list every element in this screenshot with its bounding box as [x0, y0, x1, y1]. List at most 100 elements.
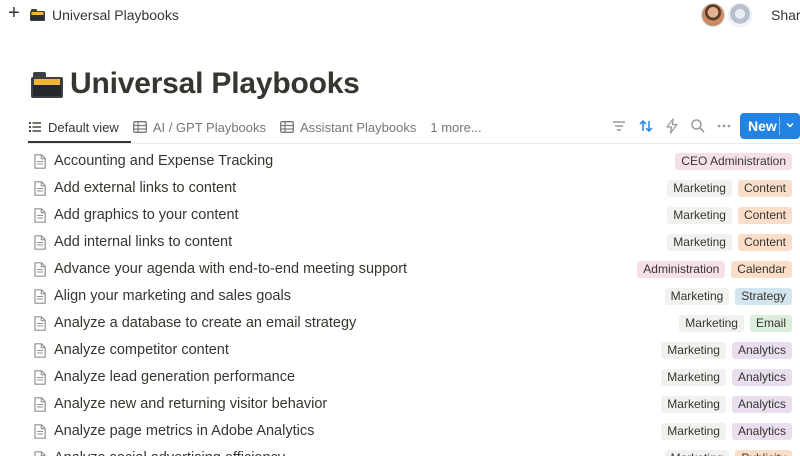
list-item[interactable]: Accounting and Expense Tracking CEO Admin… [0, 148, 800, 175]
tag-badge: Marketing [661, 423, 726, 440]
avatar[interactable] [701, 3, 725, 27]
list-item[interactable]: Analyze new and returning visitor behavi… [0, 391, 800, 418]
more-views-button[interactable]: 1 more... [430, 115, 481, 139]
tab-label: AI / GPT Playbooks [152, 119, 267, 135]
page-icon [34, 397, 46, 412]
tag-badge: Marketing [664, 450, 730, 456]
file-cabinet-icon [30, 9, 45, 21]
row-title[interactable]: Analyze lead generation performance [54, 369, 295, 385]
filter-icon[interactable] [611, 118, 627, 134]
page-icon [34, 316, 46, 331]
tag-badge: Marketing [664, 288, 730, 305]
list-item[interactable]: Analyze page metrics in Adobe Analytics M… [0, 418, 800, 445]
tab-assistant-playbooks[interactable]: Assistant Playbooks [280, 115, 416, 139]
row-title[interactable]: Accounting and Expense Tracking [54, 153, 273, 169]
list-item[interactable]: Advance your agenda with end-to-end meet… [0, 256, 800, 283]
page-icon [34, 451, 46, 456]
row-tags: Marketing Email [673, 315, 792, 332]
page-icon [34, 289, 46, 304]
tag-badge: Marketing [667, 207, 732, 224]
page-icon [34, 181, 46, 196]
tag-badge: Marketing [661, 342, 726, 359]
row-tags: Marketing Publicity [659, 450, 792, 456]
row-title[interactable]: Analyze a database to create an email st… [54, 315, 356, 331]
row-tags: Marketing Analytics [655, 342, 792, 359]
list-item[interactable]: Analyze social advertising efficiency Mar… [0, 445, 800, 456]
row-title[interactable]: Add graphics to your content [54, 207, 239, 223]
tag-badge: Strategy [735, 288, 792, 305]
tag-badge: Administration [637, 261, 726, 278]
page-icon [34, 208, 46, 223]
row-tags: Marketing Content [661, 180, 792, 197]
row-title[interactable]: Analyze social advertising efficiency [54, 450, 285, 456]
new-button[interactable]: New [740, 113, 800, 139]
tag-badge: Marketing [679, 315, 744, 332]
search-icon[interactable] [690, 118, 706, 134]
row-tags: Marketing Content [661, 234, 792, 251]
row-tags: Marketing Analytics [655, 369, 792, 386]
row-title[interactable]: Analyze competitor content [54, 342, 229, 358]
tab-default-view[interactable]: Default view [28, 115, 119, 139]
playbook-list: Accounting and Expense Tracking CEO Admin… [0, 148, 800, 456]
row-tags: Administration Calendar [631, 261, 792, 278]
breadcrumb[interactable]: Universal Playbooks [52, 7, 179, 23]
tag-badge: Email [749, 315, 792, 332]
tag-badge: Content [737, 207, 792, 224]
add-page-icon[interactable]: + [5, 3, 23, 23]
page-icon [34, 235, 46, 250]
page-title: Universal Playbooks [70, 67, 360, 100]
row-tags: Marketing Analytics [655, 396, 792, 413]
row-title[interactable]: Analyze page metrics in Adobe Analytics [54, 423, 314, 439]
tab-label: Assistant Playbooks [300, 119, 417, 135]
row-title[interactable]: Advance your agenda with end-to-end meet… [54, 261, 407, 277]
row-tags: CEO Administration [669, 153, 792, 170]
table-icon [280, 121, 294, 133]
tag-badge: Analytics [731, 342, 792, 359]
list-item[interactable]: Add internal links to content Marketing Co… [0, 229, 800, 256]
new-button-label: New [748, 118, 777, 134]
tag-badge: Analytics [731, 423, 792, 440]
tag-badge: Analytics [731, 369, 792, 386]
page-icon [34, 154, 46, 169]
list-item[interactable]: Analyze lead generation performance Marke… [0, 364, 800, 391]
row-title[interactable]: Add internal links to content [54, 234, 232, 250]
tag-badge: Publicity [735, 450, 792, 456]
list-item[interactable]: Add external links to content Marketing Co… [0, 175, 800, 202]
page-icon [34, 343, 46, 358]
tag-badge: Content [737, 234, 792, 251]
lightning-icon[interactable] [664, 118, 680, 134]
list-item[interactable]: Analyze competitor content Marketing Analy… [0, 337, 800, 364]
more-options-icon[interactable] [716, 118, 732, 134]
list-icon [28, 121, 41, 133]
row-tags: Marketing Content [661, 207, 792, 224]
chevron-down-icon[interactable] [784, 119, 796, 131]
tag-badge: Analytics [731, 396, 792, 413]
tag-badge: CEO Administration [675, 153, 792, 170]
row-title[interactable]: Align your marketing and sales goals [54, 288, 291, 304]
sort-icon[interactable] [638, 118, 654, 134]
page-icon [34, 370, 46, 385]
divider [779, 117, 780, 135]
page-icon [34, 424, 46, 439]
file-cabinet-icon [31, 72, 63, 98]
tag-badge: Content [737, 180, 792, 197]
tab-label: Default view [48, 119, 119, 135]
tag-badge: Marketing [667, 180, 732, 197]
list-item[interactable]: Analyze a database to create an email st… [0, 310, 800, 337]
row-title[interactable]: Analyze new and returning visitor behavi… [54, 396, 327, 412]
tag-badge: Marketing [661, 369, 726, 386]
table-icon [132, 121, 147, 133]
tab-ai-gpt-playbooks[interactable]: AI / GPT Playbooks [132, 115, 267, 139]
row-tags: Marketing Strategy [659, 288, 792, 305]
tag-badge: Calendar [731, 261, 792, 278]
list-item[interactable]: Add graphics to your content Marketing Con… [0, 202, 800, 229]
divider [28, 143, 800, 144]
tab-label: 1 more... [430, 119, 482, 135]
row-tags: Marketing Analytics [655, 423, 792, 440]
top-bar: + Universal Playbooks Share [0, 0, 800, 30]
avatar[interactable] [728, 3, 752, 27]
row-title[interactable]: Add external links to content [54, 180, 236, 196]
share-button[interactable]: Share [771, 7, 800, 23]
tag-badge: Marketing [661, 396, 726, 413]
list-item[interactable]: Align your marketing and sales goals Mark… [0, 283, 800, 310]
